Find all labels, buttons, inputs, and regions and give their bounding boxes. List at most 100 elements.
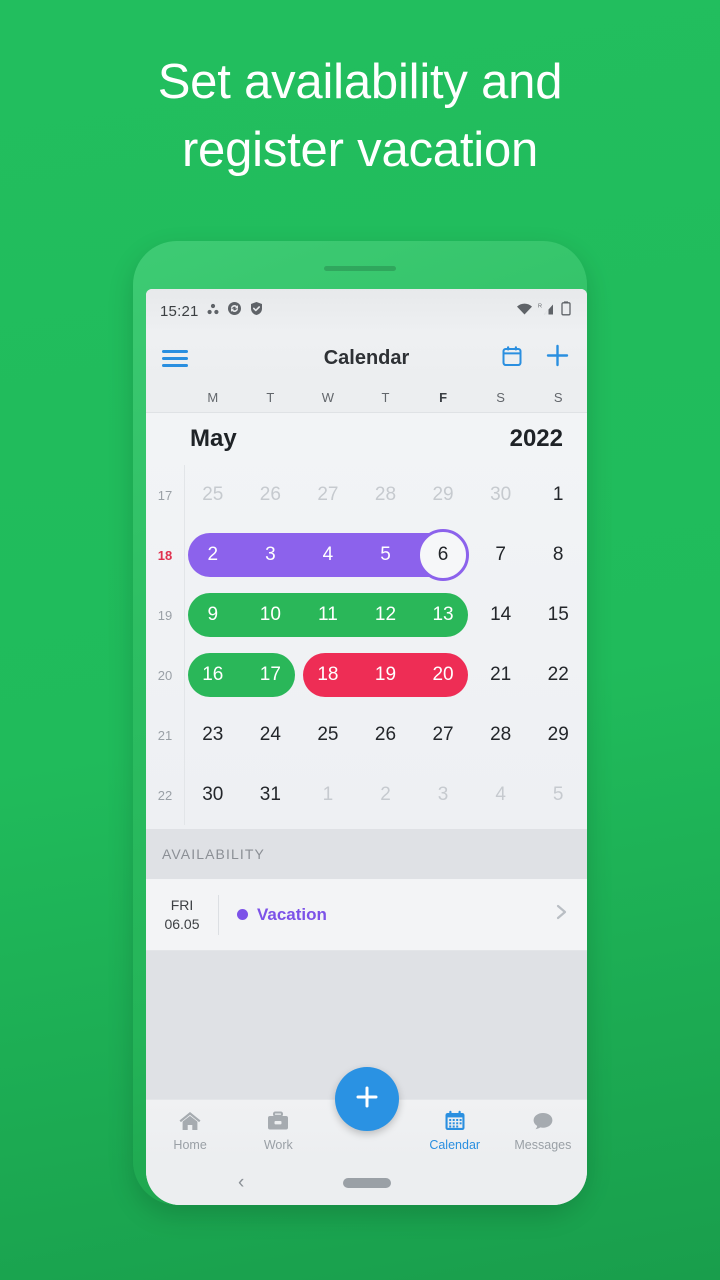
add-button[interactable] [334, 1067, 399, 1131]
hamburger-menu-icon[interactable] [162, 346, 188, 371]
briefcase-icon [266, 1110, 290, 1135]
availability-date: FRI 06.05 [146, 896, 218, 934]
calendar-week-row: 22 30 31 1 2 3 4 5 [146, 765, 587, 825]
calendar-day-cell[interactable]: 1 [529, 484, 587, 506]
calendar-day-cell[interactable]: 8 [529, 544, 587, 566]
nav-label-work: Work [263, 1137, 293, 1152]
calendar-day-cell[interactable]: 20 [414, 664, 472, 686]
calendar-day-cell[interactable]: 3 [242, 544, 300, 566]
weekday-wed: W [321, 390, 335, 405]
weekday-fri: F [439, 390, 448, 405]
calendar-day-cell[interactable]: 4 [299, 544, 357, 566]
status-bar-time: 15:21 [160, 302, 199, 320]
dots-triangle-icon [206, 302, 220, 321]
phone-screen: 15:21 R Calendar M T W T F S S May 2022 … [146, 289, 587, 1205]
calendar-day-cell[interactable]: 28 [472, 724, 530, 746]
calendar-week-row: 17 25 26 27 28 29 30 1 [146, 465, 587, 525]
calendar-day-cell[interactable]: 30 [472, 484, 530, 506]
calendar-day-cell[interactable]: 3 [414, 784, 472, 806]
year-label: 2022 [509, 425, 563, 452]
calendar-day-cell[interactable]: 23 [184, 724, 242, 746]
calendar-day-cell[interactable]: 9 [184, 604, 242, 626]
calendar-day-cell[interactable]: 18 [299, 664, 357, 686]
calendar-weeks: 17 25 26 27 28 29 30 1 18 2 3 4 5 6 7 8 19 9 10 11 12 13 14 15 2… [146, 465, 587, 825]
calendar-day-cell[interactable]: 27 [414, 724, 472, 746]
calendar-day-cell[interactable]: 15 [529, 604, 587, 626]
calendar-day-cell[interactable]: 2 [357, 784, 415, 806]
calendar-day-cell[interactable]: 4 [472, 784, 530, 806]
calendar-day-cell[interactable]: 29 [414, 484, 472, 506]
calendar-day-cell[interactable]: 21 [472, 664, 530, 686]
message-icon [531, 1110, 555, 1135]
calendar-day-cell[interactable]: 2 [184, 544, 242, 566]
weekday-sat: S [496, 390, 505, 405]
calendar-day-cell[interactable]: 19 [357, 664, 415, 686]
calendar-grid: May 2022 17 25 26 27 28 29 30 1 18 2 3 4 5 6 7 8 19 9 10 11… [146, 413, 587, 829]
week-number: 17 [157, 487, 173, 503]
headline-line-2: register vacation [181, 123, 539, 177]
battery-icon [561, 301, 571, 321]
availability-section-title: AVAILABILITY [146, 829, 587, 879]
headline-line-1: Set availability and [157, 55, 563, 109]
calendar-day-cell[interactable]: 13 [414, 604, 472, 626]
sync-icon [227, 301, 242, 321]
availability-row[interactable]: FRI 06.05 Vacation [146, 879, 587, 951]
calendar-day-cell[interactable]: 10 [242, 604, 300, 626]
calendar-day-cell[interactable]: 28 [357, 484, 415, 506]
calendar-day-cell[interactable]: 26 [357, 724, 415, 746]
nav-label-calendar: Calendar [429, 1137, 481, 1152]
selected-day-label: 6 [437, 544, 449, 565]
chevron-right-icon[interactable] [551, 902, 571, 927]
availability-daymonth: 06.05 [164, 915, 200, 932]
wifi-icon [516, 302, 533, 321]
calendar-day-cell[interactable]: 12 [357, 604, 415, 626]
earpiece-speaker [324, 266, 396, 271]
calendar-day-cell[interactable]: 30 [184, 784, 242, 806]
plus-icon [351, 1081, 383, 1118]
month-year-header: May 2022 [146, 413, 587, 465]
month-label: May [190, 425, 237, 452]
calendar-outline-icon[interactable] [500, 344, 524, 373]
calendar-day-cell[interactable]: 14 [472, 604, 530, 626]
headline: Set availability and register vacation [0, 48, 720, 184]
calendar-day-cell[interactable]: 17 [242, 664, 300, 686]
availability-weekday: FRI [170, 896, 194, 913]
calendar-day-cell[interactable]: 25 [184, 484, 242, 506]
calendar-day-cell[interactable]: 16 [184, 664, 242, 686]
calendar-week-row: 18 2 3 4 5 6 7 8 [146, 525, 587, 585]
svg-text:R: R [538, 303, 542, 309]
system-navigation-bar: ‹ [146, 1161, 587, 1205]
calendar-day-cell[interactable]: 1 [299, 784, 357, 806]
back-chevron-icon[interactable]: ‹ [238, 1172, 244, 1194]
calendar-day-cell[interactable]: 26 [242, 484, 300, 506]
nav-item-home[interactable]: Home [146, 1110, 234, 1152]
calendar-day-cell[interactable]: 25 [299, 724, 357, 746]
roaming-signal-icon: R [538, 302, 556, 321]
home-pill-indicator[interactable] [342, 1178, 391, 1188]
calendar-day-cell[interactable]: 5 [529, 784, 587, 806]
calendar-day-cell[interactable]: 31 [242, 784, 300, 806]
nav-label-messages: Messages [514, 1137, 572, 1152]
calendar-day-cell[interactable]: 22 [529, 664, 587, 686]
calendar-icon [443, 1110, 467, 1135]
nav-label-home: Home [173, 1137, 207, 1152]
plus-icon[interactable] [544, 342, 571, 374]
weekday-mon: M [207, 390, 219, 405]
calendar-day-cell[interactable]: 11 [299, 604, 357, 626]
nav-item-calendar[interactable]: Calendar [411, 1110, 499, 1152]
week-number: 22 [157, 787, 173, 803]
status-dot [237, 909, 248, 920]
nav-item-work[interactable]: Work [234, 1110, 322, 1152]
app-bar: Calendar [146, 333, 587, 383]
calendar-day-cell[interactable]: 27 [299, 484, 357, 506]
availability-label: Vacation [257, 904, 327, 924]
nav-item-messages[interactable]: Messages [499, 1110, 587, 1152]
home-icon [178, 1110, 202, 1135]
weekday-tue: T [266, 390, 275, 405]
calendar-day-cell[interactable]: 5 [357, 544, 415, 566]
calendar-day-cell[interactable]: 24 [242, 724, 300, 746]
calendar-week-row: 21 23 24 25 26 27 28 29 [146, 705, 587, 765]
calendar-day-cell[interactable]: 29 [529, 724, 587, 746]
week-number: 20 [157, 667, 173, 683]
calendar-day-cell[interactable]: 7 [472, 544, 530, 566]
